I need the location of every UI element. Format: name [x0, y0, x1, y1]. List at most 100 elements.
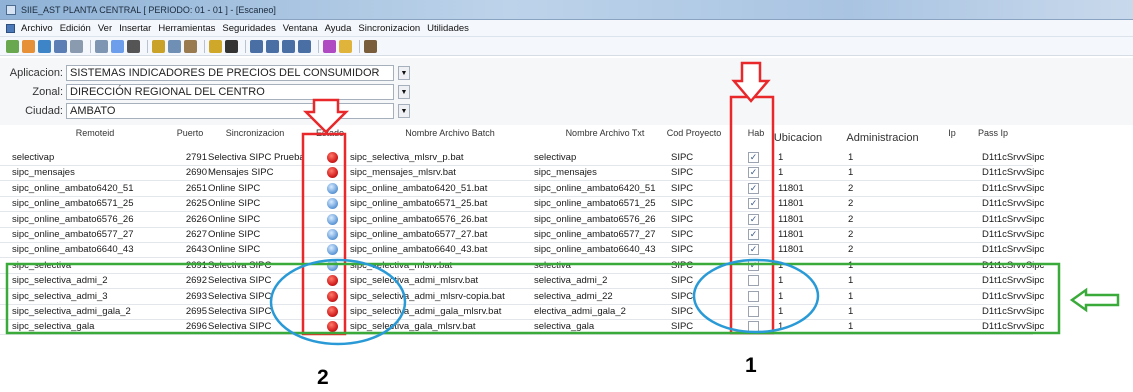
table-row[interactable]: sipc_selectiva_admi_2 2692 Selectiva SIPC s… [0, 273, 1133, 290]
table-row[interactable]: selectivap 2791 Selectiva SIPC Prueba sipc_… [0, 150, 1133, 166]
menu-ayuda[interactable]: Ayuda [325, 23, 352, 34]
cell-admin: 2 [848, 198, 854, 210]
cell-ip [940, 242, 970, 257]
cell-pass: D1t1cSrvvSipc [982, 306, 1045, 317]
toolbar-separator [359, 39, 360, 53]
menu-insertar[interactable]: Insertar [119, 23, 151, 34]
menu-edicion[interactable]: Edición [60, 23, 91, 34]
save-icon[interactable] [54, 39, 67, 53]
cell-batch: sipc_selectiva_mlsrv.bat [350, 259, 453, 271]
cell-remoteid: sipc_online_ambato6576_26 [12, 213, 134, 225]
cell-ip [940, 304, 970, 319]
hab-checkbox[interactable]: ✓ [748, 152, 759, 163]
grid-icon[interactable] [38, 39, 51, 53]
menu-sincronizacion[interactable]: Sincronizacion [358, 23, 420, 34]
cell-ubic: 1 [778, 275, 784, 287]
table-row[interactable]: sipc_online_ambato6640_43 2643 Online SIPC… [0, 242, 1133, 259]
aplicacion-select[interactable]: SISTEMAS INDICADORES DE PRECIOS DEL CONS… [66, 65, 394, 81]
cell-remoteid: selectivap [12, 152, 55, 163]
chevron-down-icon[interactable]: ▼ [398, 85, 410, 99]
ciudad-row: Ciudad: AMBATO ▼ [0, 102, 410, 120]
status-disconnected-icon [327, 290, 338, 302]
menu-ventana[interactable]: Ventana [283, 23, 318, 34]
table-row[interactable]: sipc_selectiva_admi_gala_2 2695 Selectiva … [0, 304, 1133, 320]
print-icon[interactable] [70, 39, 83, 53]
table-row[interactable]: sipc_selectiva_gala 2696 Selectiva SIPC sip… [0, 319, 1133, 336]
prev-icon[interactable] [266, 39, 279, 53]
copy-icon[interactable] [168, 39, 181, 53]
last-icon[interactable] [298, 39, 311, 53]
hab-checkbox[interactable]: ✓ [748, 182, 759, 194]
pin-icon[interactable] [209, 39, 222, 53]
cell-remoteid: sipc_online_ambato6571_25 [12, 198, 134, 210]
status-disconnected-icon [327, 275, 338, 287]
hab-checkbox[interactable] [748, 290, 759, 302]
table-row[interactable]: sipc_online_ambato6571_25 2625 Online SIPC… [0, 196, 1133, 213]
hab-checkbox[interactable]: ✓ [748, 167, 759, 179]
cell-puerto: 2690 [185, 167, 207, 179]
hab-checkbox[interactable] [748, 275, 759, 287]
menu-herramientas[interactable]: Herramientas [158, 23, 215, 34]
menu-ver[interactable]: Ver [98, 23, 112, 34]
open-icon[interactable] [22, 39, 35, 53]
cell-remoteid: sipc_selectiva_admi_2 [12, 275, 108, 287]
paste-icon[interactable] [184, 39, 197, 53]
hab-checkbox[interactable]: ✓ [748, 213, 759, 225]
ciudad-select[interactable]: AMBATO [66, 103, 394, 119]
zonal-select[interactable]: DIRECCIÓN REGIONAL DEL CENTRO [66, 84, 394, 100]
cell-batch: sipc_selectiva_mlsrv_p.bat [350, 152, 464, 163]
status-connected-icon [327, 244, 338, 256]
hab-checkbox[interactable]: ✓ [748, 259, 759, 271]
cell-puerto: 2625 [185, 198, 207, 210]
cell-admin: 1 [848, 275, 854, 287]
preview-icon[interactable] [95, 39, 108, 53]
cell-ubic: 11801 [778, 198, 804, 210]
document-window-icon[interactable] [6, 23, 15, 33]
header-remoteid: Remoteid [75, 128, 115, 138]
cell-txt: selectiva_gala [534, 321, 595, 333]
hab-checkbox[interactable] [748, 306, 759, 317]
hab-checkbox[interactable]: ✓ [748, 244, 759, 256]
table-row[interactable]: sipc_selectiva 2691 Selectiva SIPC sipc_sel… [0, 258, 1133, 274]
table-row[interactable]: sipc_selectiva_admi_3 2693 Selectiva SIPC s… [0, 289, 1133, 305]
status-connected-icon [327, 182, 338, 194]
cell-admin: 1 [848, 321, 854, 333]
annotation-label-2: 2 [317, 366, 329, 389]
table-row[interactable]: sipc_online_ambato6420_51 2651 Online SIPC… [0, 181, 1133, 197]
new-icon[interactable] [6, 39, 19, 53]
cell-ip [940, 289, 970, 304]
chevron-down-icon[interactable]: ▼ [398, 104, 410, 118]
hab-checkbox[interactable] [748, 321, 759, 333]
chevron-down-icon[interactable]: ▼ [398, 66, 410, 80]
hab-checkbox[interactable]: ✓ [748, 229, 759, 240]
hab-checkbox[interactable]: ✓ [748, 198, 759, 210]
cell-pass: D1t1cSrvvSipc [982, 182, 1045, 194]
cell-pass: D1t1cSrvvSipc [982, 229, 1045, 240]
cell-puerto: 2791 [185, 152, 207, 163]
ciudad-label: Ciudad: [25, 105, 63, 117]
cell-txt: selectiva_admi_22 [534, 290, 613, 302]
filter-panel: Aplicacion: SISTEMAS INDICADORES DE PREC… [0, 58, 1133, 125]
first-icon[interactable] [250, 39, 263, 53]
menu-seguridades[interactable]: Seguridades [222, 23, 275, 34]
menu-utilidades[interactable]: Utilidades [427, 23, 469, 34]
cut-icon[interactable] [152, 39, 165, 53]
refresh-icon[interactable] [111, 39, 124, 53]
menu-archivo[interactable]: Archivo [21, 23, 53, 34]
binoculars-icon[interactable] [225, 39, 238, 53]
header-sincronizacion: Sincronizacion [225, 128, 285, 138]
table-row[interactable]: sipc_online_ambato6576_26 2626 Online SIPC… [0, 212, 1133, 228]
table-row[interactable]: sipc_online_ambato6577_27 2627 Online SIPC… [0, 227, 1133, 243]
table-row[interactable]: sipc_mensajes 2690 Mensajes SIPC sipc_mensa… [0, 165, 1133, 182]
cell-ubic: 11801 [778, 244, 804, 256]
delete-icon[interactable] [127, 39, 140, 53]
cell-cod: SIPC [671, 290, 694, 302]
folder-icon[interactable] [339, 39, 352, 53]
cell-ubic: 1 [778, 259, 784, 271]
datawindow-grid: Remoteid Puerto Sincronizacion Estado No… [0, 128, 1133, 392]
link-icon[interactable] [323, 39, 336, 53]
exit-icon[interactable] [364, 39, 377, 53]
header-hab: Hab [747, 128, 765, 138]
toolbar-separator [245, 39, 246, 53]
next-icon[interactable] [282, 39, 295, 53]
